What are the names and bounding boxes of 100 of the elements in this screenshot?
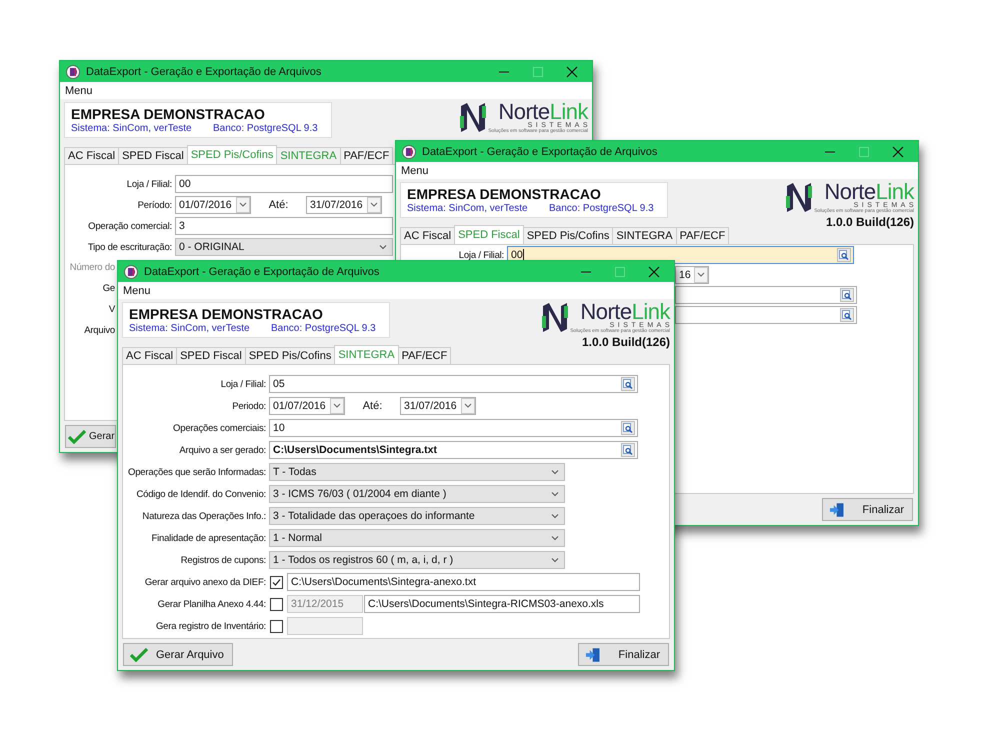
tab[interactable]: PAF/ECF: [340, 147, 394, 164]
logo-icon: [786, 182, 812, 212]
tab[interactable]: PAF/ECF: [676, 227, 730, 244]
search-icon: [623, 379, 633, 389]
exit-icon: [585, 646, 600, 662]
field-label: Tipo de escrituração:: [88, 242, 172, 252]
dropdown-icon: [367, 196, 381, 212]
field-label: Registros de cupons:: [180, 555, 266, 566]
date-dropdown[interactable]: 01/07/2016: [269, 397, 345, 415]
search-icon: [623, 445, 633, 455]
exit-icon: [829, 502, 844, 518]
input-field[interactable]: 10: [269, 419, 638, 437]
database-info: Banco: PostgreSQL 9.3: [271, 323, 376, 334]
dropdown-icon: [550, 511, 560, 521]
close-icon[interactable]: [566, 66, 578, 78]
date-dropdown[interactable]: 01/07/2016: [175, 196, 251, 214]
dropdown-icon: [694, 267, 708, 283]
search-icon: [842, 310, 852, 320]
app-icon: [66, 64, 80, 78]
field-label: Período:: [138, 200, 172, 210]
generate-button[interactable]: Gerar: [65, 425, 116, 448]
check-icon: [68, 430, 86, 444]
close-icon[interactable]: [648, 266, 660, 278]
input-field[interactable]: C:\Users\Documents\Sintegra-RICMS03-anexo.xls: [364, 595, 640, 613]
field-label: Gera registro de Inventário:: [156, 621, 266, 632]
select-dropdown[interactable]: 0 - ORIGINAL: [175, 238, 393, 256]
version-label: 1.0.0 Build(126): [582, 335, 670, 349]
tab[interactable]: AC Fiscal: [122, 347, 178, 364]
search-button[interactable]: [840, 288, 854, 302]
checkbox[interactable]: [270, 598, 283, 610]
dropdown-icon: [461, 398, 475, 414]
checkbox[interactable]: [270, 576, 283, 588]
app-icon: [124, 264, 138, 278]
field-label: Até:: [268, 198, 290, 210]
input-field[interactable]: [675, 286, 857, 304]
menu-item[interactable]: Menu: [401, 164, 429, 176]
menu-item[interactable]: Menu: [123, 284, 151, 296]
date-dropdown[interactable]: 31/07/2016: [400, 397, 476, 415]
tab[interactable]: SPED Fiscal: [454, 225, 524, 244]
search-icon: [839, 250, 849, 260]
search-button[interactable]: [621, 377, 635, 391]
finish-button[interactable]: Finalizar: [578, 643, 669, 666]
field-label: Operações que serão Informadas:: [128, 467, 266, 478]
brand-name: NorteLink: [580, 302, 670, 322]
input-field[interactable]: 05: [269, 375, 638, 393]
search-button[interactable]: [621, 443, 635, 457]
field-label: Arquivo: [83, 325, 115, 336]
input-field[interactable]: C:\Users\Documents\Sintegra.txt: [269, 441, 638, 459]
tab[interactable]: AC Fiscal: [64, 147, 120, 164]
input-field[interactable]: [675, 306, 857, 324]
database-info: Banco: PostgreSQL 9.3: [549, 203, 654, 214]
search-button[interactable]: [840, 308, 854, 322]
company-name: EMPRESA DEMONSTRACAO: [71, 106, 266, 122]
tab[interactable]: AC Fiscal: [400, 227, 456, 244]
close-icon[interactable]: [892, 146, 904, 158]
finish-button[interactable]: Finalizar: [822, 498, 913, 521]
checkbox[interactable]: [270, 620, 283, 632]
window-title: DataExport - Geração e Exportação de Arquivos: [422, 146, 658, 158]
select-dropdown[interactable]: T - Todas: [269, 463, 565, 481]
field-label: Operações comerciais:: [173, 423, 266, 434]
dropdown-icon: [550, 555, 560, 565]
select-dropdown[interactable]: 1 - Todos os registros 60 ( m, a, i, d, r ): [269, 551, 565, 569]
generate-button[interactable]: Gerar Arquivo: [123, 643, 233, 666]
date-dropdown[interactable]: 16: [675, 266, 709, 284]
select-dropdown[interactable]: 3 - ICMS 76/03 ( 01/2004 em diante ): [269, 485, 565, 503]
input-field[interactable]: C:\Users\Documents\Sintegra-anexo.txt: [287, 573, 640, 591]
version-label: 1.0.0 Build(126): [826, 215, 914, 229]
brand-name: NorteLink: [498, 102, 588, 122]
check-icon: [130, 648, 148, 662]
input-field[interactable]: 00: [175, 174, 393, 192]
search-icon: [842, 290, 852, 300]
system-info: Sistema: SinCom, verTeste: [71, 123, 193, 134]
app-icon: [402, 144, 416, 158]
search-button[interactable]: [837, 248, 851, 262]
window-title: DataExport - Geração e Exportação de Arquivos: [86, 66, 322, 78]
input-field[interactable]: 3: [175, 216, 393, 234]
field-label: Loja / Filial:: [220, 379, 266, 390]
logo-icon: [460, 102, 486, 132]
company-name: EMPRESA DEMONSTRACAO: [129, 306, 324, 322]
tab[interactable]: SINTEGRA: [334, 345, 399, 364]
search-icon: [623, 423, 633, 433]
field-label: Gerar Planilha Anexo 4.44:: [158, 599, 266, 610]
logo-icon: [542, 302, 568, 332]
field-label: Ge: [102, 283, 115, 294]
field-label: Loja / Filial:: [126, 178, 172, 190]
select-dropdown[interactable]: 3 - Totalidade das operaçoes do informante: [269, 507, 565, 525]
menu-item[interactable]: Menu: [65, 84, 93, 96]
select-dropdown[interactable]: 1 - Normal: [269, 529, 565, 547]
field-label: Loja / Filial:: [458, 250, 504, 261]
tab[interactable]: PAF/ECF: [398, 347, 452, 364]
database-info: Banco: PostgreSQL 9.3: [213, 123, 318, 134]
date-dropdown[interactable]: 31/07/2016: [306, 196, 382, 214]
system-info: Sistema: SinCom, verTeste: [129, 323, 251, 334]
search-button[interactable]: [621, 421, 635, 435]
tab[interactable]: SPED Pis/Cofins: [186, 145, 278, 164]
field-label: Arquivo a ser gerado:: [179, 445, 266, 456]
field-label: Número do: [68, 262, 115, 273]
brand-name: NorteLink: [824, 182, 914, 202]
dropdown-icon: [550, 533, 560, 543]
system-info: Sistema: SinCom, verTeste: [407, 203, 529, 214]
